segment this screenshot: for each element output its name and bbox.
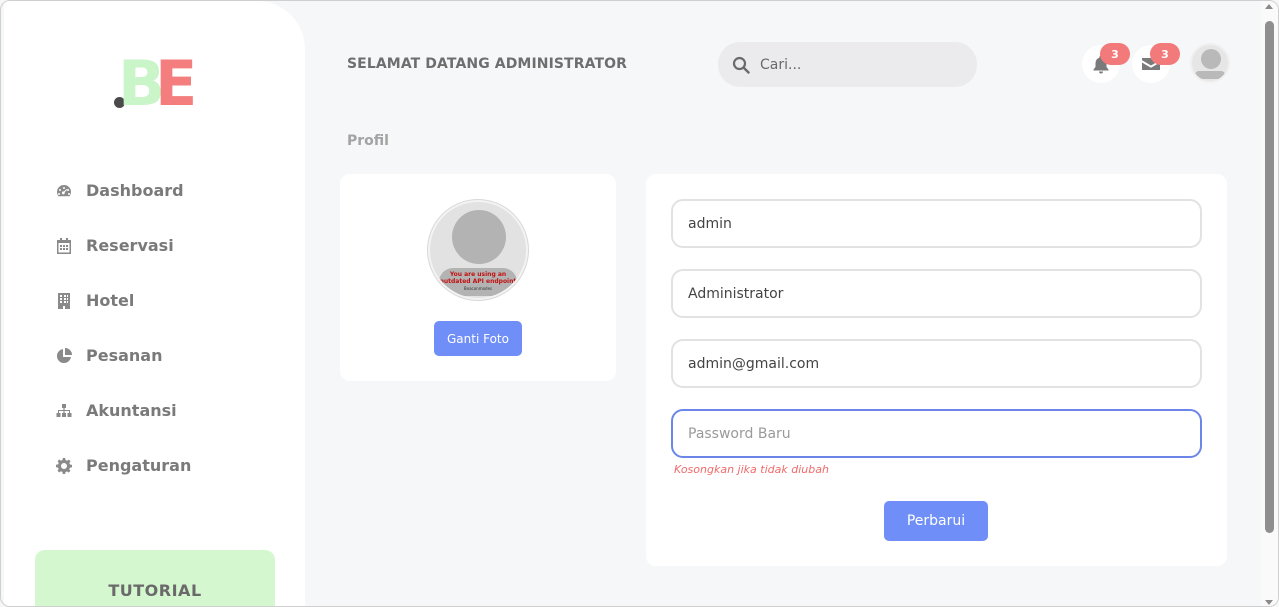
search-bar[interactable]	[718, 42, 977, 87]
sidebar-item-label: Akuntansi	[86, 401, 177, 420]
sidebar-item-dashboard[interactable]: Dashboard	[54, 173, 284, 208]
search-icon	[732, 56, 750, 74]
scrollbar-thumb[interactable]	[1265, 21, 1274, 533]
email-field[interactable]	[671, 339, 1202, 388]
logo-letter-b: B	[118, 47, 165, 120]
scroll-up-icon[interactable]	[1265, 4, 1273, 9]
sidebar-item-hotel[interactable]: Hotel	[54, 283, 284, 318]
tutorial-button[interactable]: TUTORIAL	[35, 550, 275, 606]
notification-count-badge: 3	[1100, 43, 1130, 65]
sitemap-icon	[54, 401, 74, 421]
gear-icon	[54, 456, 74, 476]
messages-button[interactable]: 3	[1132, 43, 1180, 83]
page-title: SELAMAT DATANG ADMINISTRATOR	[347, 56, 627, 72]
new-password-field[interactable]	[671, 409, 1202, 458]
user-avatar[interactable]	[1190, 43, 1230, 83]
search-input[interactable]	[760, 56, 950, 73]
notifications-button[interactable]: 3	[1082, 43, 1130, 83]
profile-form-card: Kosongkan jika tidak diubah Perbarui	[646, 174, 1227, 566]
building-icon	[54, 291, 74, 311]
avatar-sub-text: Beaconmodes	[463, 286, 493, 291]
sidebar-item-label: Pesanan	[86, 346, 163, 365]
name-field[interactable]	[671, 269, 1202, 318]
update-button[interactable]: Perbarui	[884, 501, 988, 541]
change-photo-button[interactable]: Ganti Foto	[434, 321, 522, 356]
username-field[interactable]	[671, 199, 1202, 248]
app-window: B E Dashboard Reservasi Hotel Pesanan Ak…	[0, 0, 1279, 607]
sidebar-item-label: Hotel	[86, 291, 135, 310]
sidebar-item-label: Pengaturan	[86, 456, 192, 475]
calendar-icon	[54, 236, 74, 256]
breadcrumb: Profil	[347, 133, 389, 149]
profile-photo-card: You are using an outdated API endpoint B…	[340, 174, 616, 381]
pie-chart-icon	[54, 346, 74, 366]
sidebar-nav: Dashboard Reservasi Hotel Pesanan Akunta…	[54, 173, 284, 503]
sidebar-item-reservasi[interactable]: Reservasi	[54, 228, 284, 263]
sidebar: B E Dashboard Reservasi Hotel Pesanan Ak…	[4, 1, 305, 606]
password-hint: Kosongkan jika tidak diubah	[674, 463, 829, 476]
logo-letter-e: E	[155, 47, 198, 120]
vertical-scrollbar[interactable]	[1261, 1, 1278, 606]
profile-avatar: You are using an outdated API endpoint B…	[428, 200, 528, 300]
sidebar-item-label: Reservasi	[86, 236, 174, 255]
logo[interactable]: B E	[112, 49, 202, 121]
sidebar-item-pengaturan[interactable]: Pengaturan	[54, 448, 284, 483]
message-count-badge: 3	[1150, 43, 1180, 65]
sidebar-item-akuntansi[interactable]: Akuntansi	[54, 393, 284, 428]
dashboard-icon	[54, 181, 74, 201]
sidebar-item-pesanan[interactable]: Pesanan	[54, 338, 284, 373]
avatar-warning-text: You are using an outdated API endpoint	[439, 271, 517, 285]
sidebar-item-label: Dashboard	[86, 181, 184, 200]
scroll-down-icon[interactable]	[1265, 600, 1273, 605]
